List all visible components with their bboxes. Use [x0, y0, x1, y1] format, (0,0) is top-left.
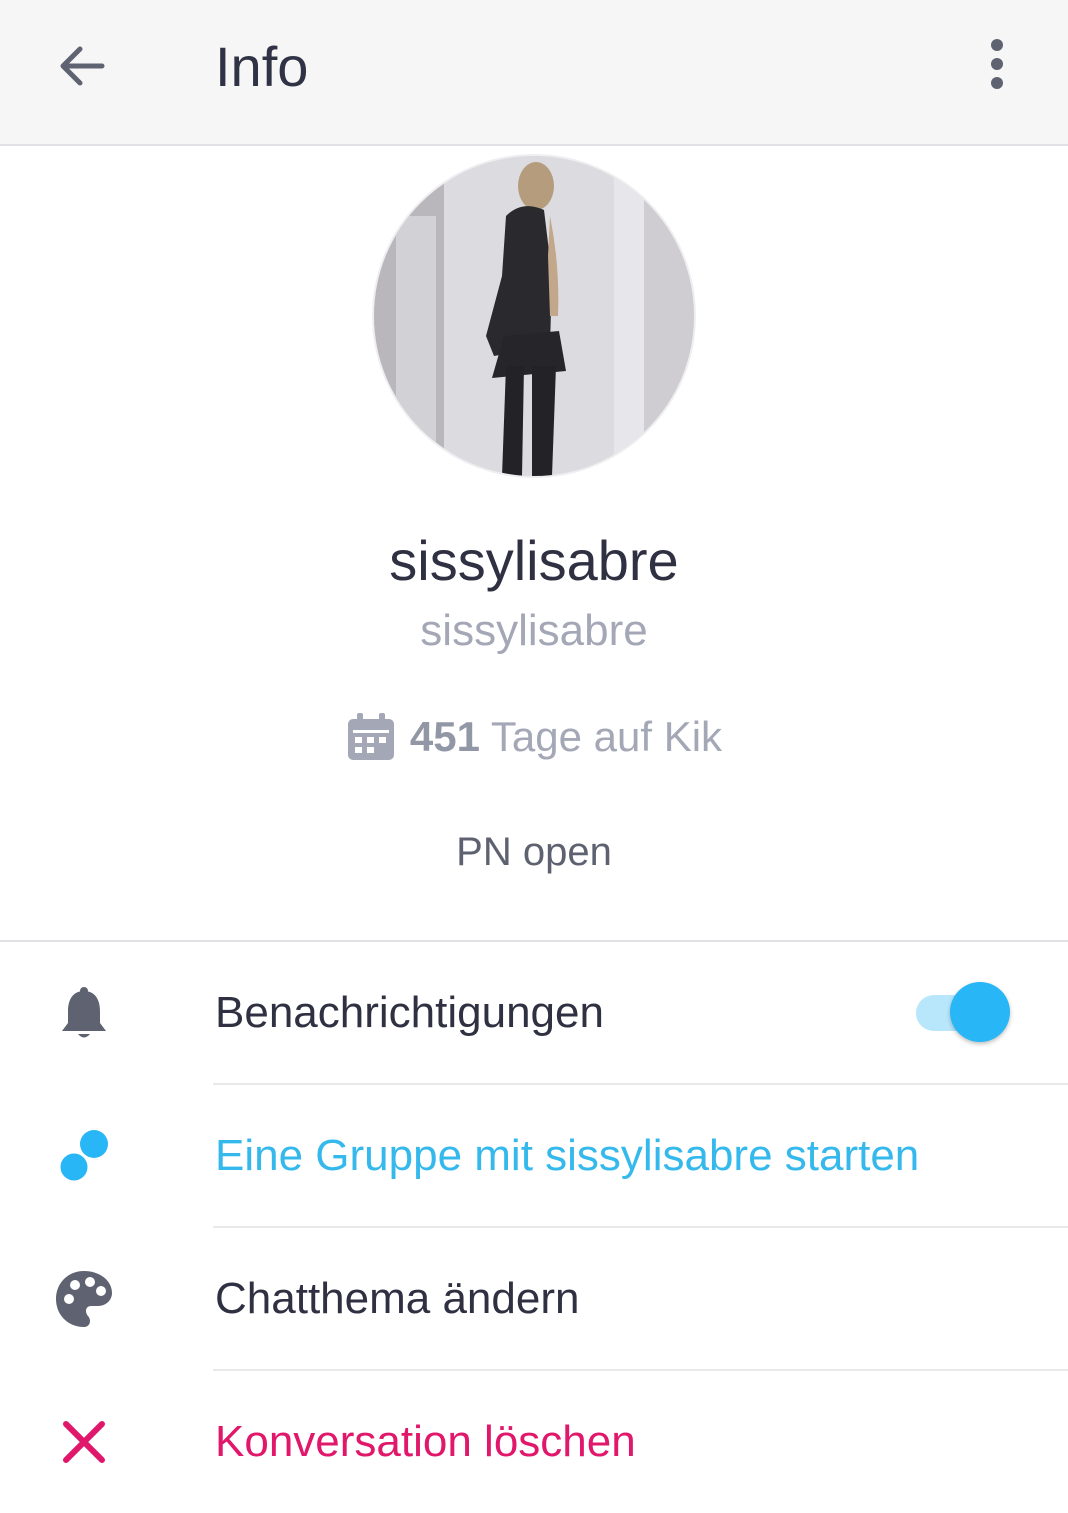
- arrow-left-icon: [60, 46, 105, 86]
- days-on-kik: 451 Tage auf Kik: [0, 712, 1068, 762]
- more-options-button[interactable]: [972, 36, 1022, 96]
- group-icon: [57, 1130, 108, 1184]
- chat-theme-label: Chatthema ändern: [215, 1274, 580, 1323]
- display-name: sissylisabre: [389, 529, 679, 592]
- calendar-icon: [347, 713, 394, 760]
- username: sissylisabre: [420, 606, 648, 655]
- back-button[interactable]: [52, 36, 112, 96]
- days-suffix: Tage auf Kik: [480, 713, 723, 760]
- days-text: 451 Tage auf Kik: [410, 713, 722, 761]
- delete-conversation-label: Konversation löschen: [215, 1417, 636, 1466]
- close-icon: [63, 1421, 105, 1463]
- toggle-thumb: [950, 982, 1010, 1042]
- chat-theme-row[interactable]: Chatthema ändern: [0, 1228, 1068, 1370]
- notifications-row[interactable]: Benachrichtigungen: [0, 942, 1068, 1084]
- start-group-label: Eine Gruppe mit sissylisabre starten: [215, 1131, 920, 1180]
- palette-icon: [56, 1271, 112, 1327]
- profile-bio: PN open: [456, 830, 612, 874]
- profile-photo: [374, 156, 694, 476]
- notifications-toggle[interactable]: [914, 982, 1014, 1044]
- start-group-row[interactable]: Eine Gruppe mit sissylisabre starten: [0, 1085, 1068, 1227]
- avatar[interactable]: [374, 156, 694, 476]
- days-count: 451: [409, 713, 480, 760]
- more-vertical-icon: [991, 39, 1003, 89]
- delete-conversation-row[interactable]: Konversation löschen: [0, 1371, 1068, 1513]
- notifications-label: Benachrichtigungen: [215, 988, 604, 1037]
- app-bar: Info: [0, 0, 1068, 146]
- page-title: Info: [215, 35, 309, 98]
- bell-icon: [62, 987, 106, 1038]
